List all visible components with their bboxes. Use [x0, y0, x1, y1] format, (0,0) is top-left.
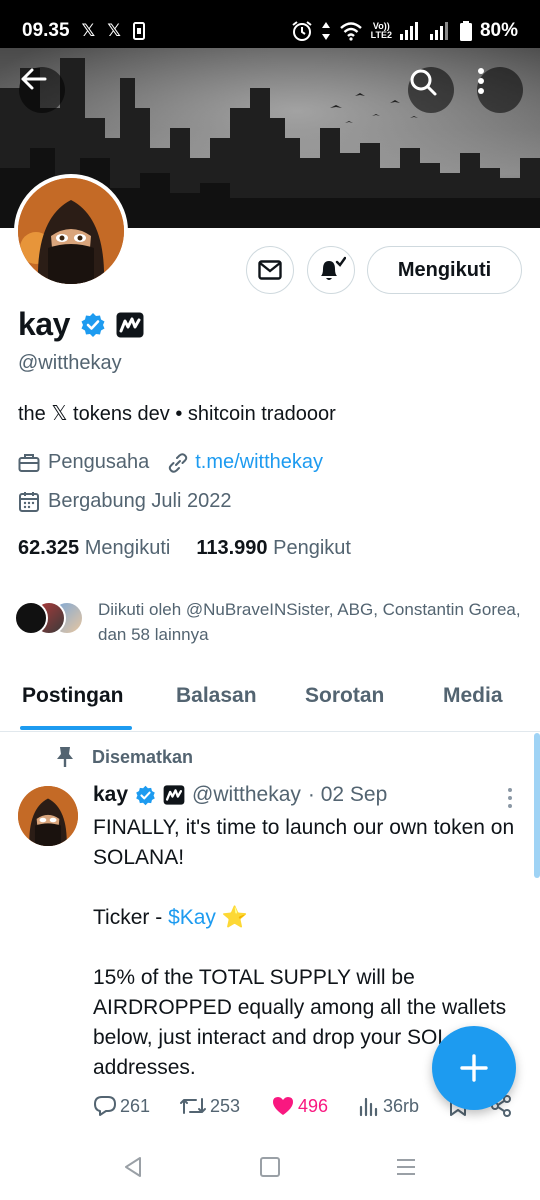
following-button[interactable]: Mengikuti [367, 246, 522, 294]
views-chart-icon [359, 1097, 378, 1117]
followed-by-text: Diikuti oleh @NuBraveINSister, ABG, Cons… [98, 600, 521, 644]
arrow-left-icon [21, 68, 47, 90]
profile-meta-row: Pengusaha t.me/witthekay [18, 451, 323, 474]
link-icon [168, 452, 188, 473]
nav-back-icon[interactable] [122, 1156, 144, 1178]
profile-bio: the 𝕏 tokens dev • shitcoin tradooor [18, 403, 336, 425]
profile-joined: Bergabung Juli 2022 [48, 490, 232, 512]
verified-badge-icon [136, 785, 155, 805]
profile-category: Pengusaha [48, 451, 150, 473]
nav-recents-icon[interactable] [395, 1156, 417, 1178]
verified-badge-icon[interactable] [80, 312, 106, 338]
retweet-icon [180, 1098, 206, 1114]
tweet-author-name[interactable]: kay [93, 783, 128, 807]
tab-posts[interactable]: Postingan [22, 684, 124, 708]
tweet-header: kay @witthekay · 02 Sep [93, 783, 387, 807]
scroll-indicator [534, 733, 540, 878]
nav-home-icon[interactable] [259, 1156, 281, 1178]
reply-icon [94, 1096, 116, 1116]
back-button[interactable] [19, 67, 65, 113]
tab-replies[interactable]: Balasan [176, 684, 257, 708]
battery-icon [459, 21, 472, 41]
x-logo-icon: 𝕏 [107, 21, 121, 40]
calendar-icon [19, 491, 39, 512]
more-vertical-icon [478, 68, 484, 94]
profile-stats: 62.325 Mengikuti 113.990 Pengikut [18, 537, 351, 560]
envelope-icon [258, 260, 282, 280]
cashtag-link[interactable]: $Kay [168, 906, 216, 929]
avatar-illustration [18, 178, 124, 284]
tweet-line: FINALLY, it's time to launch our own tok… [93, 816, 515, 869]
tab-media[interactable]: Media [443, 684, 503, 708]
x-logo-icon: 𝕏 [81, 21, 96, 40]
system-nav-bar [0, 1136, 540, 1200]
affiliate-badge-icon [163, 785, 185, 805]
pinned-label: Disematkan [92, 746, 194, 767]
message-button[interactable] [246, 246, 294, 294]
profile-tabs: Postingan Balasan Sorotan Media [0, 670, 540, 732]
views-button[interactable]: 36rb [358, 1095, 419, 1117]
search-button[interactable] [408, 67, 454, 113]
more-options-button[interactable] [477, 67, 523, 113]
sim-icon [132, 22, 145, 40]
heart-icon [273, 1097, 293, 1115]
retweet-button[interactable]: 253 [179, 1095, 240, 1117]
like-button[interactable]: 496 [271, 1095, 328, 1117]
follower-avatar [14, 601, 48, 635]
star-emoji: ⭐ [221, 906, 248, 929]
followed-by-section[interactable]: Diikuti oleh @NuBraveINSister, ABG, Cons… [14, 597, 538, 647]
follower-avatars [14, 597, 86, 637]
status-time: 09.35 [22, 20, 70, 41]
following-stat[interactable]: 62.325 Mengikuti [18, 537, 170, 560]
profile-avatar[interactable] [14, 174, 128, 288]
battery-percent: 80% [479, 20, 518, 41]
pinned-label-row: Disematkan [56, 746, 193, 768]
followers-stat[interactable]: 113.990 Pengikut [196, 537, 351, 560]
bell-check-icon [321, 256, 346, 280]
search-icon [410, 69, 437, 96]
profile-handle: @witthekay [18, 352, 122, 374]
reply-count: 261 [120, 1095, 151, 1116]
data-arrows-icon [321, 22, 330, 40]
active-tab-indicator [20, 726, 132, 730]
profile-link[interactable]: t.me/witthekay [195, 451, 323, 474]
views-count: 36rb [383, 1095, 420, 1116]
like-count: 496 [298, 1095, 329, 1116]
tweet-author-handle: @witthekay [192, 783, 301, 806]
reply-button[interactable]: 261 [93, 1095, 150, 1117]
pin-icon [57, 747, 73, 767]
tweet-more-icon[interactable] [503, 786, 517, 810]
affiliate-badge-icon[interactable] [116, 312, 144, 338]
plus-icon [460, 1054, 488, 1082]
volte-indicator: Vo)) LTE2 [370, 21, 392, 40]
tweet-ticker-line: Ticker - $Kay ⭐ [93, 906, 248, 929]
signal-icon [429, 22, 448, 40]
briefcase-icon [18, 453, 40, 472]
alarm-icon [292, 21, 312, 41]
tab-highlights[interactable]: Sorotan [305, 684, 384, 708]
profile-name-row: kay [18, 306, 144, 343]
wifi-icon [339, 22, 362, 41]
compose-post-button[interactable] [432, 1026, 516, 1110]
tweet-avatar[interactable] [18, 786, 78, 846]
signal-icon [399, 22, 418, 40]
profile-joined-row: Bergabung Juli 2022 [18, 490, 231, 513]
avatar-illustration [18, 786, 78, 846]
notifications-button[interactable] [307, 246, 355, 294]
profile-name: kay [18, 306, 70, 342]
tweet-date: · 02 Sep [307, 783, 388, 806]
retweet-count: 253 [210, 1095, 241, 1116]
